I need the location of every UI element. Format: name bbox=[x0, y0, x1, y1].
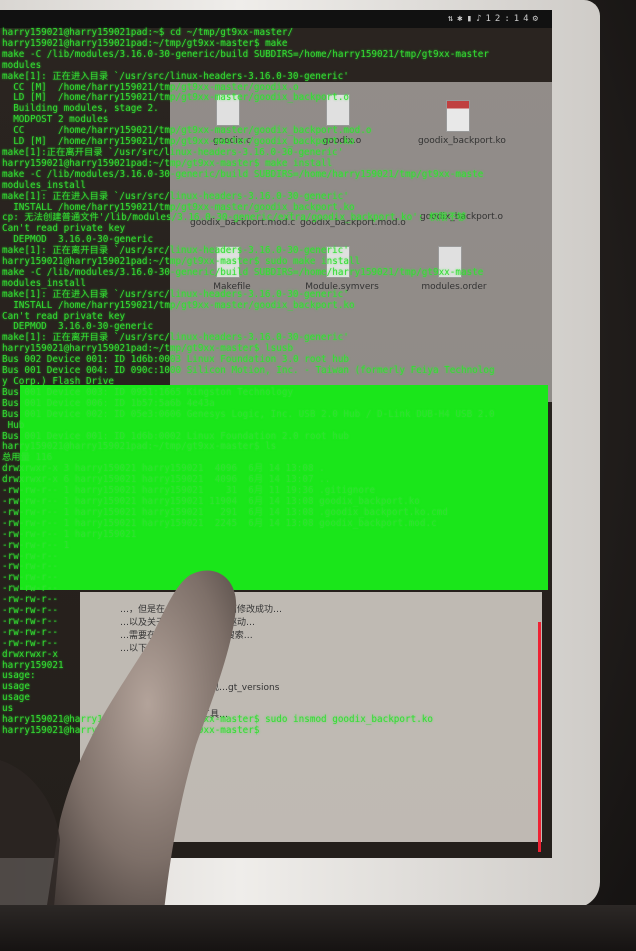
finger-photo bbox=[0, 570, 237, 951]
desk-surface bbox=[0, 905, 636, 951]
